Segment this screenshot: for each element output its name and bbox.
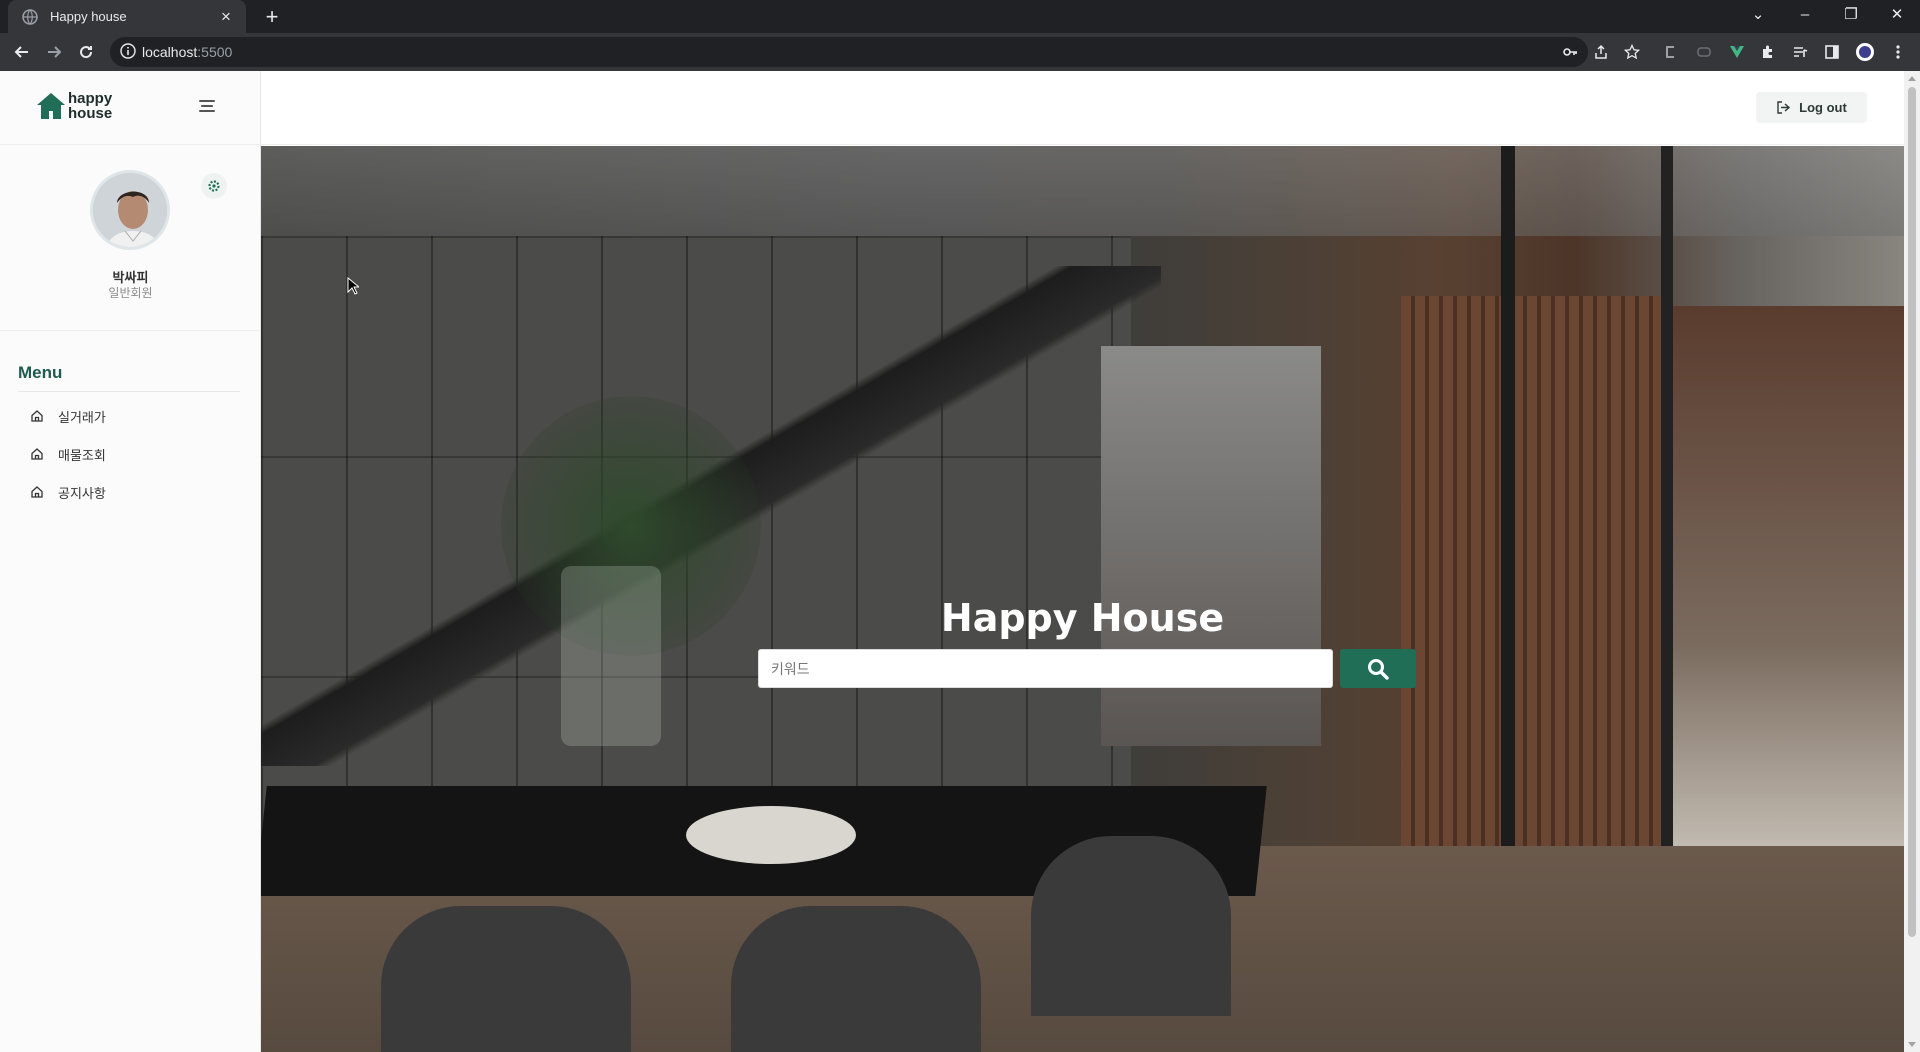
share-icon[interactable] bbox=[1593, 44, 1609, 60]
page-scrollbar[interactable] bbox=[1904, 71, 1920, 1052]
hero-bg-chair bbox=[381, 906, 631, 1052]
logo-line-2: house bbox=[68, 105, 113, 122]
house-logo-icon bbox=[37, 93, 65, 119]
home-icon bbox=[31, 410, 43, 422]
extension-c-icon[interactable] bbox=[1661, 42, 1681, 62]
menu-divider bbox=[18, 391, 240, 392]
search-button[interactable] bbox=[1340, 649, 1416, 688]
search-input[interactable] bbox=[758, 649, 1333, 688]
hero-bg-vase bbox=[561, 566, 661, 746]
sidebar-item-label: 공지사항 bbox=[58, 485, 106, 501]
scroll-down-arrow[interactable] bbox=[1908, 1042, 1916, 1047]
logo-line-1: happy bbox=[68, 90, 113, 107]
hero-bg-chair bbox=[1031, 836, 1231, 1016]
profile-avatar-icon[interactable] bbox=[1855, 42, 1875, 62]
url-text: localhost:5500 bbox=[142, 44, 232, 60]
hero-bg-bowl bbox=[686, 806, 856, 864]
tab-close-button[interactable]: × bbox=[216, 7, 236, 27]
url-host: localhost bbox=[142, 44, 198, 60]
sidebar-item-listings[interactable]: 매물조회 bbox=[30, 443, 106, 465]
user-role: 일반회원 bbox=[108, 286, 153, 300]
gear-icon bbox=[208, 180, 220, 192]
tab-title: Happy house bbox=[50, 9, 127, 24]
minimize-button[interactable]: – bbox=[1782, 0, 1828, 33]
forward-button[interactable] bbox=[40, 38, 68, 66]
extensions-puzzle-icon[interactable] bbox=[1758, 42, 1778, 62]
info-icon[interactable] bbox=[120, 43, 136, 59]
hero-bg-chair bbox=[731, 906, 981, 1052]
home-icon bbox=[31, 448, 43, 460]
window-close-button[interactable]: ✕ bbox=[1874, 0, 1920, 33]
browser-tab[interactable]: Happy house × bbox=[8, 0, 246, 33]
star-icon[interactable] bbox=[1624, 44, 1640, 60]
logout-button[interactable]: Log out bbox=[1756, 92, 1867, 123]
tab-search-button[interactable]: ⌄ bbox=[1735, 0, 1781, 33]
globe-icon bbox=[22, 8, 38, 25]
forward-arrow-icon bbox=[48, 46, 62, 58]
extension-gray-icon[interactable] bbox=[1694, 42, 1714, 62]
vue-devtools-icon[interactable] bbox=[1727, 42, 1747, 62]
media-control-icon[interactable] bbox=[1790, 42, 1810, 62]
browser-menu-icon[interactable] bbox=[1888, 42, 1908, 62]
profile-settings-button[interactable] bbox=[201, 173, 227, 199]
browser-toolbar: localhost:5500 bbox=[0, 33, 1920, 71]
side-panel-icon[interactable] bbox=[1822, 42, 1842, 62]
page: happy house 박싸피 일반회원 Menu 실거래가 매물조회 공지사항… bbox=[0, 71, 1920, 1052]
address-bar[interactable]: localhost:5500 bbox=[110, 37, 1640, 67]
sidebar-item-real-price[interactable]: 실거래가 bbox=[30, 405, 106, 427]
menu-title: Menu bbox=[18, 363, 63, 382]
hero-bg-living-room bbox=[1673, 306, 1904, 866]
hero-banner: Happy House bbox=[261, 146, 1904, 1052]
new-tab-button[interactable]: + bbox=[258, 3, 286, 31]
restore-button[interactable]: ❐ bbox=[1828, 0, 1874, 33]
sidebar-item-label: 실거래가 bbox=[58, 409, 106, 425]
back-button[interactable] bbox=[8, 38, 36, 66]
sidebar: happy house 박싸피 일반회원 Menu 실거래가 매물조회 공지사항 bbox=[0, 71, 261, 1052]
key-icon[interactable] bbox=[1562, 44, 1578, 60]
top-header: Log out bbox=[261, 71, 1904, 145]
sidebar-item-label: 매물조회 bbox=[58, 447, 106, 463]
logo-text: happy house bbox=[68, 91, 112, 121]
hero-bg-ceiling bbox=[261, 146, 1904, 236]
mouse-cursor-icon bbox=[347, 277, 359, 295]
logo-area: happy house bbox=[0, 71, 261, 145]
reload-icon bbox=[80, 46, 93, 59]
hero-title: Happy House bbox=[940, 596, 1225, 640]
sidebar-item-notices[interactable]: 공지사항 bbox=[30, 481, 106, 503]
back-arrow-icon bbox=[14, 46, 28, 58]
scroll-up-arrow[interactable] bbox=[1908, 76, 1916, 81]
scroll-thumb[interactable] bbox=[1908, 87, 1916, 937]
avatar[interactable] bbox=[90, 170, 170, 250]
reload-button[interactable] bbox=[72, 38, 100, 66]
search-icon bbox=[1368, 658, 1389, 680]
logout-icon bbox=[1777, 101, 1791, 114]
sidebar-toggle-icon[interactable] bbox=[199, 100, 215, 114]
app-logo[interactable]: happy house bbox=[36, 91, 112, 121]
logout-label: Log out bbox=[1799, 100, 1847, 115]
url-port: :5500 bbox=[197, 44, 233, 60]
user-photo bbox=[93, 173, 167, 247]
home-icon bbox=[31, 486, 43, 498]
browser-tab-bar: Happy house × + ⌄ – ❐ ✕ bbox=[0, 0, 1920, 33]
